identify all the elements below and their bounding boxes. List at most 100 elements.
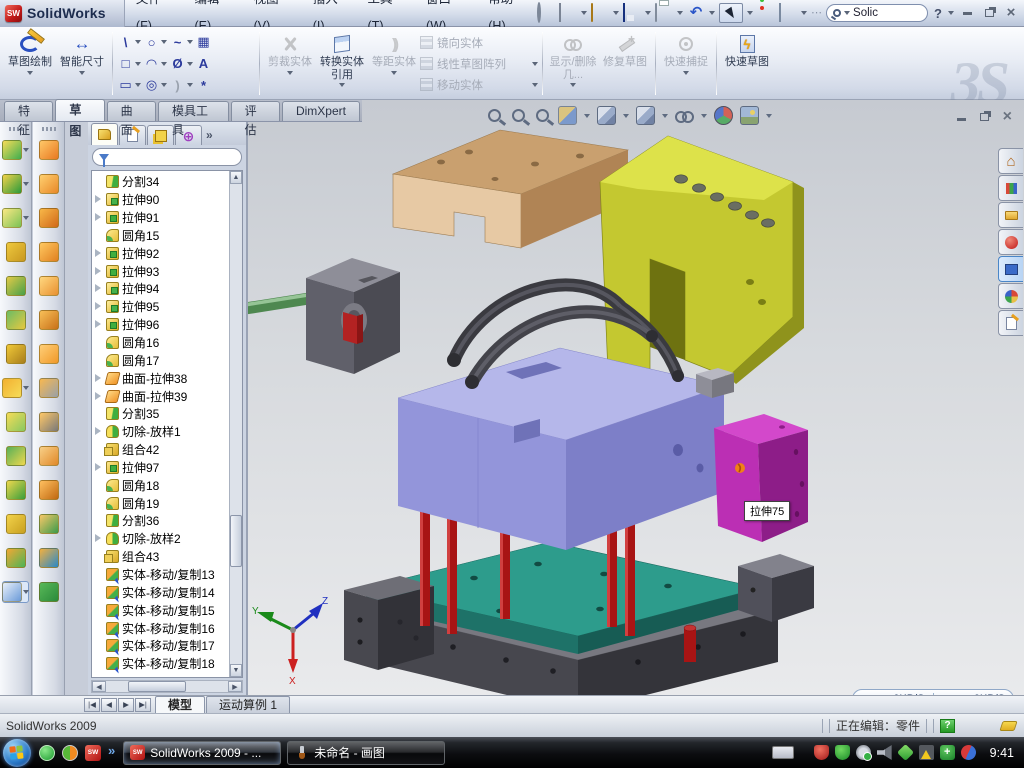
expand-arrow-icon[interactable] [94,267,103,276]
feature-tree-item[interactable]: 切除-放样2 [93,530,228,548]
green-shield-tray-icon[interactable] [835,745,850,760]
feature-tree-item[interactable]: 拉伸93 [93,262,228,280]
dropdown-caret-icon[interactable] [391,71,397,75]
dropdown-caret-icon[interactable] [161,62,167,66]
dropdown-caret-icon[interactable] [187,62,193,66]
open-caret[interactable] [613,11,619,15]
feature-tree-item[interactable]: 拉伸94 [93,280,228,298]
warning-tray-icon[interactable] [919,745,934,760]
messenger-quicklaunch-icon[interactable] [39,745,55,761]
options-caret[interactable] [801,11,807,15]
expand-arrow-icon[interactable] [94,249,103,258]
feature-tree-item[interactable]: 实体-移动/复制14 [93,583,228,601]
gear-check-tray-icon[interactable] [856,745,871,760]
select-tool-button[interactable] [719,3,743,23]
expand-arrow-icon[interactable] [94,392,103,401]
print-button[interactable] [655,4,673,22]
scroll-left-arrow[interactable]: ◀ [92,681,106,692]
zoom-fit-button[interactable] [488,109,501,122]
search-input[interactable] [853,7,905,19]
tree-filter-input[interactable] [92,148,242,166]
dropdown-caret-icon[interactable] [135,40,141,44]
dropdown-caret-icon[interactable] [187,83,193,87]
toolbar-grip[interactable] [42,127,56,131]
print-caret[interactable] [677,11,683,15]
dropdown-caret-icon[interactable] [584,114,590,118]
tool-sketch-tool[interactable] [2,581,29,603]
feature-tree-item[interactable]: 拉伸97 [93,459,228,477]
sketch-entity-button[interactable]: ) [169,77,193,94]
expand-arrow-icon[interactable] [94,213,103,222]
move-entities-button[interactable]: 移动实体 [420,75,538,94]
section-view-button[interactable] [558,106,577,125]
repair-sketch-button[interactable]: 修复草图 [599,30,651,97]
tool-planar-surface[interactable] [33,343,64,365]
hide-show-items-button[interactable] [675,106,694,125]
offset-entities-button[interactable]: ))等距实体 [368,30,420,97]
part-handle[interactable] [248,258,400,374]
red-shield-tray-icon[interactable] [814,745,829,760]
feature-tree-item[interactable]: 分割34 [93,173,228,191]
sketch-entity-button[interactable]: ◠ [143,55,167,72]
nav-button[interactable]: |◀ [84,698,100,712]
tab-特征[interactable]: 特征 [4,101,53,121]
feature-tree-item[interactable]: 圆角17 [93,351,228,369]
tool-surface-cut[interactable] [33,547,64,569]
taskpane-tab-appearances[interactable] [998,283,1023,309]
dropdown-caret-icon[interactable] [23,386,29,390]
tool-extruded-boss[interactable] [0,139,31,161]
tool-freeform[interactable] [33,309,64,331]
scroll-up-arrow[interactable]: ▲ [230,171,242,184]
taskpane-tab-custom-properties[interactable] [998,310,1023,336]
tool-move-body[interactable] [0,547,31,569]
scroll-thumb[interactable] [230,515,242,567]
help-caret[interactable] [948,11,954,15]
feature-tree-item[interactable]: 分割36 [93,512,228,530]
select-caret[interactable] [747,11,753,15]
dropdown-caret-icon[interactable] [683,71,689,75]
feature-tree-item[interactable]: 拉伸91 [93,209,228,227]
expand-arrow-icon[interactable] [94,463,103,472]
tab-运动算例 1[interactable]: 运动算例 1 [206,696,290,714]
sketch-entity-button[interactable]: * [195,77,212,94]
feature-tree-item[interactable]: 分割35 [93,405,228,423]
expand-arrow-icon[interactable] [94,195,103,204]
expand-arrow-icon[interactable] [94,284,103,293]
tool-draft[interactable] [0,309,31,331]
linear-sketch-pattern-button[interactable]: 线性草图阵列 [420,54,538,73]
taskpane-tab-design-library[interactable] [998,175,1023,201]
display-delete-relations-button[interactable]: 显示/删除几... [547,30,599,97]
new-caret[interactable] [581,11,587,15]
tool-wrap[interactable] [0,343,31,365]
tab-评估[interactable]: 评估 [231,101,280,121]
window-restore-button[interactable] [980,5,998,21]
feature-tree-item[interactable]: 实体-移动/复制15 [93,601,228,619]
dropdown-caret-icon[interactable] [532,83,538,87]
quicklaunch-overflow-chevron[interactable]: » [108,745,115,757]
tool-combine[interactable] [0,513,31,535]
tab-模具工具[interactable]: 模具工具 [158,101,229,121]
sketch-entity-button[interactable]: □ [117,55,141,72]
trim-entities-button[interactable]: 剪裁实体 [264,30,316,97]
part-top-plate[interactable] [393,130,628,248]
undo-button[interactable]: ↶ [687,4,705,22]
sketch-entity-button[interactable]: Ø [169,55,193,72]
taskpane-tab-home[interactable]: ⌂ [998,148,1023,174]
feature-tree-item[interactable]: 切除-放样1 [93,423,228,441]
tool-thicken[interactable] [33,513,64,535]
tags-icon[interactable] [999,721,1017,731]
open-button[interactable] [591,4,609,22]
tool-lofted-surface[interactable] [33,207,64,229]
plus-shield-tray-icon[interactable]: + [940,745,955,760]
feature-tree-item[interactable]: 拉伸96 [93,316,228,334]
search-box[interactable] [826,4,928,22]
dropdown-caret-icon[interactable] [701,114,707,118]
sketch-entity-button[interactable]: \ [117,34,141,51]
tool-boundary-surface[interactable] [33,241,64,263]
zoom-previous-button[interactable] [536,109,549,122]
feature-tree-item[interactable]: 圆角15 [93,227,228,245]
dropdown-caret-icon[interactable] [287,71,293,75]
expand-arrow-icon[interactable] [94,374,103,383]
doc-minimize-button[interactable] [957,108,966,126]
sketch-button[interactable]: 草图绘制 [4,30,56,97]
